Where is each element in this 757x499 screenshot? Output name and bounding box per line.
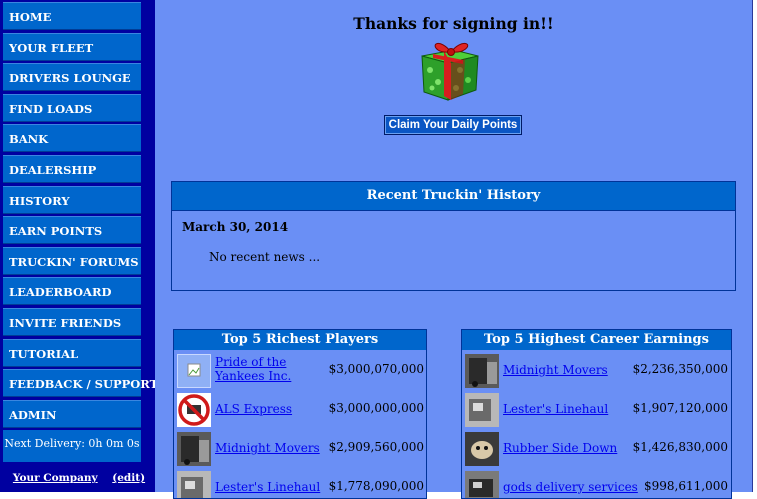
main-content: Thanks for signing in!! Claim Your Daily… (155, 0, 753, 499)
table-row: Midnight Movers $2,909,560,000 (174, 429, 426, 468)
nav-bank[interactable]: BANK (3, 124, 141, 152)
player-value: $2,236,350,000 (632, 362, 728, 376)
animal-photo (465, 432, 499, 466)
nav-leaderboard[interactable]: LEADERBOARD (3, 277, 141, 305)
player-value: $998,611,000 (644, 479, 728, 493)
nav-invite-friends[interactable]: INVITE FRIENDS (3, 308, 141, 336)
nav-truckin-forums[interactable]: TRUCKIN' FORUMS (3, 247, 141, 275)
player-value: $1,426,830,000 (632, 440, 728, 454)
gift-box-icon-graphic (421, 43, 479, 101)
player-name-link[interactable]: Midnight Movers (503, 363, 643, 377)
sidebar: HOME YOUR FLEET DRIVERS LOUNGE FIND LOAD… (0, 0, 158, 492)
history-date: March 30, 2014 (182, 220, 289, 234)
richest-players-table: Top 5 Richest Players Pride of the Yanke… (173, 329, 427, 499)
truck-photo (465, 393, 499, 427)
welcome-title: Thanks for signing in!! (353, 14, 554, 33)
broken-image-icon (177, 354, 211, 388)
player-value: $2,909,560,000 (328, 440, 424, 454)
gift-box-icon[interactable] (416, 36, 486, 102)
nav-earn-points[interactable]: EARN POINTS (3, 216, 141, 244)
edit-company-link[interactable]: (edit) (112, 472, 145, 484)
player-name-link[interactable]: Lester's Linehaul (503, 402, 643, 416)
table-row: Midnight Movers $2,236,350,000 (462, 351, 731, 390)
nav-drivers-lounge[interactable]: DRIVERS LOUNGE (3, 63, 141, 91)
player-value: $1,778,090,000 (328, 479, 424, 493)
truck-photo (465, 471, 499, 498)
claim-daily-points-button[interactable]: Claim Your Daily Points (384, 115, 522, 135)
truck-photo (465, 354, 499, 388)
history-panel-title: Recent Truckin' History (172, 182, 735, 211)
career-earnings-title: Top 5 Highest Career Earnings (462, 330, 731, 350)
player-value: $1,907,120,000 (632, 401, 728, 415)
player-name-link[interactable]: Rubber Side Down (503, 441, 643, 455)
player-name-link[interactable]: Midnight Movers (215, 441, 335, 455)
history-news-text: No recent news ... (209, 250, 321, 264)
next-delivery-timer: Next Delivery: 0h 0m 0s (3, 430, 141, 462)
table-row: Pride of the Yankees Inc. $3,000,070,000 (174, 351, 426, 390)
table-row: gods delivery services $998,611,000 (462, 468, 731, 498)
truck-photo (177, 471, 211, 498)
recent-history-panel: Recent Truckin' History March 30, 2014 N… (171, 181, 736, 291)
career-earnings-table: Top 5 Highest Career Earnings Midnight M… (461, 329, 732, 499)
player-value: $3,000,000,000 (328, 401, 424, 415)
player-name-link[interactable]: Pride of the Yankees Inc. (215, 355, 335, 383)
table-row: Lester's Linehaul $1,907,120,000 (462, 390, 731, 429)
richest-players-title: Top 5 Richest Players (174, 330, 426, 350)
nav-find-loads[interactable]: FIND LOADS (3, 94, 141, 122)
company-bar: Your Company (edit) (3, 466, 155, 492)
nav-feedback-support[interactable]: FEEDBACK / SUPPORT (3, 369, 158, 397)
player-name-link[interactable]: ALS Express (215, 402, 335, 416)
nav-admin[interactable]: ADMIN (3, 400, 141, 428)
table-row: Lester's Linehaul $1,778,090,000 (174, 468, 426, 498)
truck-photo (177, 432, 211, 466)
nav-dealership[interactable]: DEALERSHIP (3, 155, 141, 183)
player-value: $3,000,070,000 (328, 362, 424, 376)
no-sign-icon (177, 393, 211, 427)
table-row: Rubber Side Down $1,426,830,000 (462, 429, 731, 468)
your-company-link[interactable]: Your Company (13, 472, 98, 484)
nav-history[interactable]: HISTORY (3, 186, 141, 214)
nav-tutorial[interactable]: TUTORIAL (3, 339, 141, 367)
table-row: ALS Express $3,000,000,000 (174, 390, 426, 429)
nav-home[interactable]: HOME (3, 2, 141, 30)
nav-your-fleet[interactable]: YOUR FLEET (3, 33, 141, 61)
